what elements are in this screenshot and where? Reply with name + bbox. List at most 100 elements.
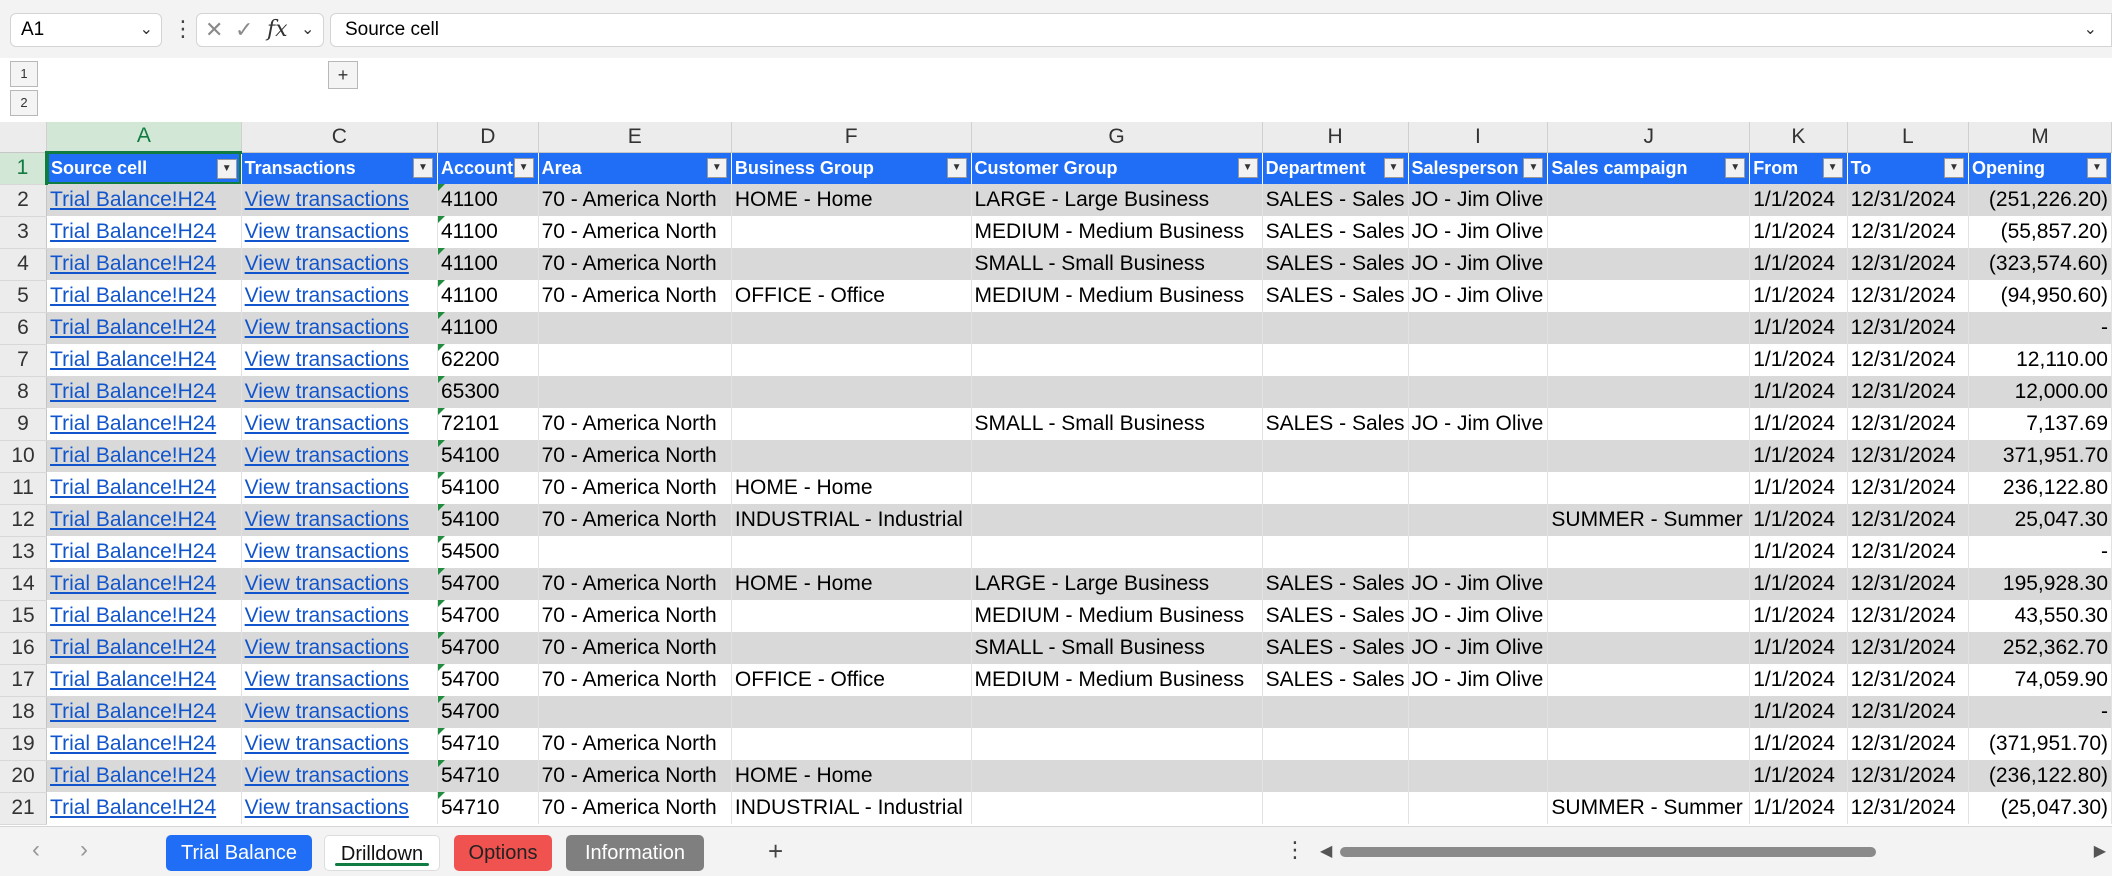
salesperson-cell[interactable] [1408,312,1549,344]
source-cell-link[interactable]: Trial Balance!H24 [46,408,242,440]
horizontal-scrollbar[interactable]: ◀ ▶ [1320,839,2110,865]
account-cell[interactable]: 41100 [437,248,539,280]
customer-group-cell[interactable] [971,760,1263,792]
business-group-cell[interactable]: HOME - Home [731,760,972,792]
sales-campaign-cell[interactable] [1547,408,1751,440]
chevron-right-icon[interactable]: › [80,835,88,865]
salesperson-cell[interactable]: JO - Jim Olive [1408,248,1549,280]
row-header[interactable]: 12 [0,504,48,537]
from-date-cell[interactable]: 1/1/2024 [1749,312,1848,344]
from-date-cell[interactable]: 1/1/2024 [1749,536,1848,568]
chevron-left-icon[interactable]: ‹ [32,835,40,865]
sales-campaign-cell[interactable] [1547,664,1751,696]
department-cell[interactable]: SALES - Sales [1262,664,1409,696]
source-cell-link[interactable]: Trial Balance!H24 [46,280,242,312]
from-date-cell[interactable]: 1/1/2024 [1749,408,1848,440]
view-transactions-link[interactable]: View transactions [241,504,439,536]
account-cell[interactable]: 41100 [437,184,539,216]
opening-amount-cell[interactable]: (94,950.60) [1968,280,2112,312]
business-group-cell[interactable] [731,216,972,248]
customer-group-cell[interactable] [971,376,1263,408]
row-header[interactable]: 16 [0,632,48,665]
column-header[interactable]: F [731,122,972,153]
view-transactions-link[interactable]: View transactions [241,568,439,600]
from-date-cell[interactable]: 1/1/2024 [1749,472,1848,504]
account-cell[interactable]: 54700 [437,632,539,664]
sales-campaign-cell[interactable] [1547,216,1751,248]
opening-amount-cell[interactable]: (236,122.80) [1968,760,2112,792]
area-cell[interactable]: 70 - America North [538,280,732,312]
filter-dropdown-icon[interactable]: ▼ [1822,157,1843,178]
source-cell-link[interactable]: Trial Balance!H24 [46,728,242,760]
filter-dropdown-icon[interactable]: ▼ [1944,157,1964,178]
customer-group-cell[interactable] [971,536,1263,568]
department-cell[interactable] [1262,728,1409,760]
sales-campaign-cell[interactable] [1547,376,1751,408]
view-transactions-link[interactable]: View transactions [241,248,439,280]
source-cell-link[interactable]: Trial Balance!H24 [46,504,242,536]
opening-amount-cell[interactable]: 236,122.80 [1968,472,2112,504]
sales-campaign-cell[interactable] [1547,536,1751,568]
account-cell[interactable]: 54710 [437,792,539,824]
to-date-cell[interactable]: 12/31/2024 [1847,568,1970,600]
close-icon[interactable]: ✕ [205,16,223,44]
sheet-tab-options[interactable]: Options [454,835,552,871]
check-icon[interactable]: ✓ [235,16,253,44]
salesperson-cell[interactable]: JO - Jim Olive [1408,216,1549,248]
business-group-cell[interactable] [731,376,972,408]
area-cell[interactable] [538,312,732,344]
customer-group-cell[interactable]: LARGE - Large Business [971,568,1263,600]
view-transactions-link[interactable]: View transactions [241,664,439,696]
view-transactions-link[interactable]: View transactions [241,728,439,760]
view-transactions-link[interactable]: View transactions [241,696,439,728]
header-cell-from[interactable]: From ▼ [1749,152,1848,184]
sales-campaign-cell[interactable] [1547,440,1751,472]
business-group-cell[interactable] [731,408,972,440]
salesperson-cell[interactable] [1408,792,1549,824]
opening-amount-cell[interactable]: - [1968,536,2112,568]
header-cell-transactions[interactable]: Transactions ▼ [241,152,439,184]
business-group-cell[interactable] [731,344,972,376]
row-header[interactable]: 17 [0,664,48,697]
filter-dropdown-icon[interactable]: ▼ [2087,157,2107,178]
column-header[interactable]: L [1847,122,1970,153]
scroll-left-icon[interactable]: ◀ [1320,839,1332,865]
sales-campaign-cell[interactable] [1547,600,1751,632]
opening-amount-cell[interactable]: 371,951.70 [1968,440,2112,472]
salesperson-cell[interactable] [1408,376,1549,408]
source-cell-link[interactable]: Trial Balance!H24 [46,184,242,216]
filter-dropdown-icon[interactable]: ▼ [216,158,237,179]
sheet-tab-trial-balance[interactable]: Trial Balance [166,835,312,871]
sales-campaign-cell[interactable] [1547,248,1751,280]
account-cell[interactable]: 54710 [437,760,539,792]
opening-amount-cell[interactable]: 195,928.30 [1968,568,2112,600]
department-cell[interactable]: SALES - Sales [1262,184,1409,216]
salesperson-cell[interactable]: JO - Jim Olive [1408,632,1549,664]
opening-amount-cell[interactable]: - [1968,312,2112,344]
from-date-cell[interactable]: 1/1/2024 [1749,568,1848,600]
source-cell-link[interactable]: Trial Balance!H24 [46,216,242,248]
source-cell-link[interactable]: Trial Balance!H24 [46,760,242,792]
to-date-cell[interactable]: 12/31/2024 [1847,216,1970,248]
department-cell[interactable] [1262,696,1409,728]
header-cell-sales-campaign[interactable]: Sales campaign ▼ [1547,152,1751,184]
expand-group-button[interactable]: + [328,61,358,89]
customer-group-cell[interactable]: MEDIUM - Medium Business [971,216,1263,248]
outline-level-1[interactable]: 1 [10,61,38,87]
row-header[interactable]: 6 [0,312,48,345]
salesperson-cell[interactable]: JO - Jim Olive [1408,664,1549,696]
to-date-cell[interactable]: 12/31/2024 [1847,792,1970,824]
business-group-cell[interactable] [731,440,972,472]
source-cell-link[interactable]: Trial Balance!H24 [46,440,242,472]
salesperson-cell[interactable] [1408,760,1549,792]
sales-campaign-cell[interactable] [1547,312,1751,344]
view-transactions-link[interactable]: View transactions [241,280,439,312]
header-cell-to[interactable]: To ▼ [1847,152,1970,184]
row-header[interactable]: 7 [0,344,48,377]
department-cell[interactable] [1262,536,1409,568]
account-cell[interactable]: 54100 [437,472,539,504]
account-cell[interactable]: 62200 [437,344,539,376]
to-date-cell[interactable]: 12/31/2024 [1847,440,1970,472]
sales-campaign-cell[interactable] [1547,344,1751,376]
sales-campaign-cell[interactable] [1547,728,1751,760]
